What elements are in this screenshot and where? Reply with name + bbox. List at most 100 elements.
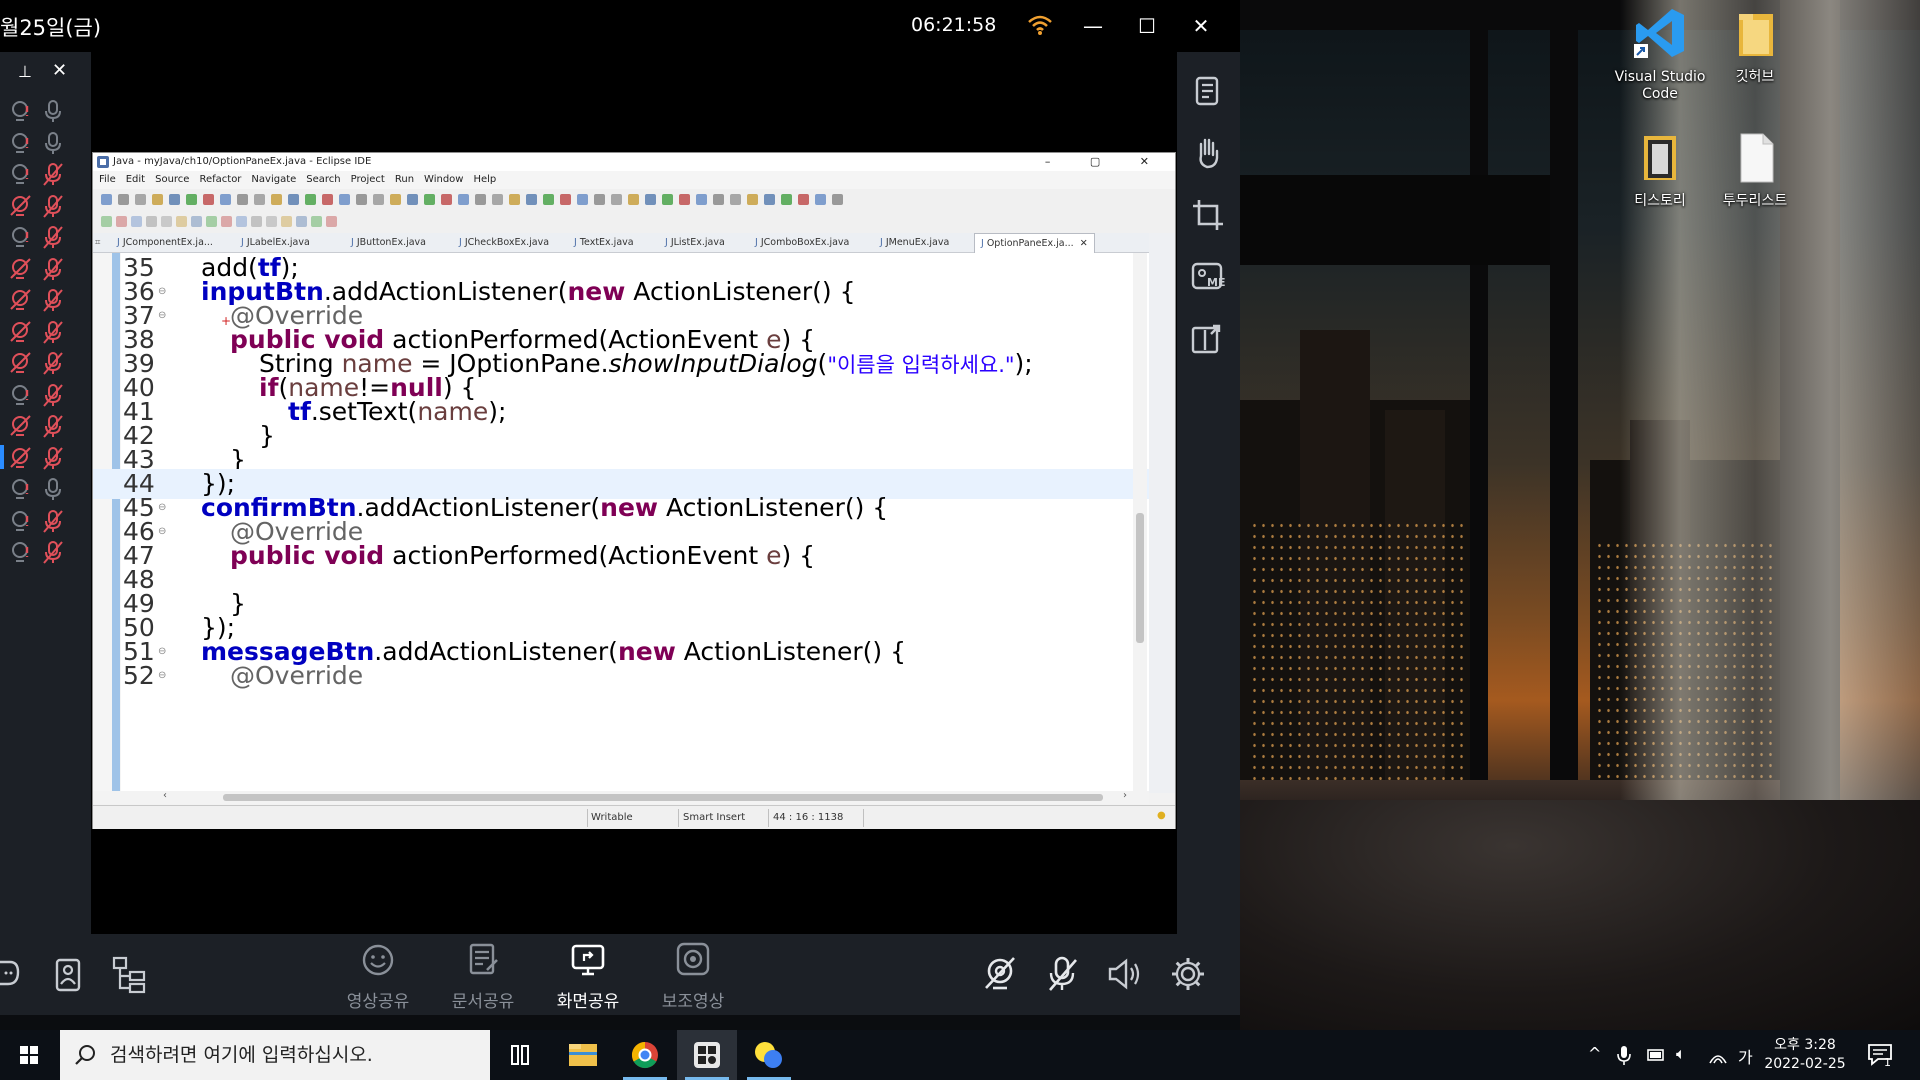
- menu-source[interactable]: Source: [155, 174, 189, 185]
- taskbar-meeting-app[interactable]: [677, 1030, 737, 1080]
- toolbar-button-icon[interactable]: [131, 216, 142, 227]
- chat-icon[interactable]: [0, 956, 24, 992]
- menu-window[interactable]: Window: [424, 174, 463, 185]
- toolbar-button-icon[interactable]: [271, 194, 282, 205]
- toolbar-button-icon[interactable]: [281, 216, 292, 227]
- toolbar-button-icon[interactable]: [118, 194, 129, 205]
- participant-status-row[interactable]: [0, 443, 78, 473]
- video-share-button[interactable]: 영상공유: [333, 942, 423, 1012]
- toolbar-button-icon[interactable]: [326, 216, 337, 227]
- windows-start-icon[interactable]: [0, 1030, 58, 1080]
- toolbar-button-icon[interactable]: [458, 194, 469, 205]
- toolbar-button-icon[interactable]: [560, 194, 571, 205]
- participant-status-row[interactable]: [8, 411, 78, 441]
- editor-tab[interactable]: J JListEx.java: [665, 237, 725, 248]
- taskbar-file-explorer[interactable]: [553, 1030, 613, 1080]
- tray-overflow-icon[interactable]: ^: [1588, 1044, 1601, 1063]
- toolbar-button-icon[interactable]: [236, 216, 247, 227]
- participant-status-row[interactable]: [8, 348, 78, 378]
- toolbar-button-icon[interactable]: [628, 194, 639, 205]
- editor-tab[interactable]: J JButtonEx.java: [351, 237, 426, 248]
- participant-status-row[interactable]: [8, 159, 78, 189]
- toolbar-button-icon[interactable]: [101, 194, 112, 205]
- menu-file[interactable]: File: [99, 174, 116, 185]
- toolbar-button-icon[interactable]: [220, 194, 231, 205]
- desktop-icon-todolist[interactable]: 투두리스트: [1705, 130, 1805, 210]
- document-share-button[interactable]: 문서공유: [438, 942, 528, 1012]
- participant-status-row[interactable]: [8, 128, 78, 158]
- participant-status-row[interactable]: [8, 254, 78, 284]
- toolbar-button-icon[interactable]: [526, 194, 537, 205]
- ime-indicator[interactable]: 가: [1738, 1044, 1753, 1068]
- fold-icon[interactable]: ⊖: [158, 661, 166, 691]
- menu-search[interactable]: Search: [306, 174, 340, 185]
- toolbar-button-icon[interactable]: [424, 194, 435, 205]
- toolbar-button-icon[interactable]: [221, 216, 232, 227]
- settings-gear-icon[interactable]: [1168, 954, 1208, 994]
- toolbar-button-icon[interactable]: [322, 194, 333, 205]
- toolbar-button-icon[interactable]: [730, 194, 741, 205]
- editor-tab[interactable]: J JMenuEx.java: [880, 237, 949, 248]
- desktop-icon-vscode[interactable]: Visual Studio Code: [1610, 6, 1710, 103]
- editor-tab[interactable]: J JLabelEx.java: [241, 237, 310, 248]
- toolbar-button-icon[interactable]: [543, 194, 554, 205]
- menu-refactor[interactable]: Refactor: [199, 174, 241, 185]
- scrollbar-thumb[interactable]: [1136, 513, 1144, 643]
- scrollbar-thumb[interactable]: [223, 794, 1103, 801]
- toolbar-button-icon[interactable]: [186, 194, 197, 205]
- toolbar-button-icon[interactable]: [135, 194, 146, 205]
- group-tree-icon[interactable]: [110, 954, 150, 994]
- volume-icon[interactable]: 🔈︎: [1676, 1044, 1686, 1064]
- tab-close-icon[interactable]: ✕: [1080, 238, 1088, 249]
- notes-icon[interactable]: [1189, 72, 1227, 110]
- toolbar-button-icon[interactable]: [101, 216, 112, 227]
- toolbar-button-icon[interactable]: [296, 216, 307, 227]
- toolbar-button-icon[interactable]: [798, 194, 809, 205]
- taskbar-clock[interactable]: 오후 3:28 2022-02-25: [1760, 1036, 1850, 1074]
- toolbar-button-icon[interactable]: [696, 194, 707, 205]
- toolbar-button-icon[interactable]: [203, 194, 214, 205]
- minimize-button[interactable]: —: [1079, 12, 1107, 40]
- toolbar-button-icon[interactable]: [356, 194, 367, 205]
- raise-hand-icon[interactable]: [1189, 134, 1227, 172]
- menu-project[interactable]: Project: [351, 174, 385, 185]
- toolbar-button-icon[interactable]: [206, 216, 217, 227]
- menu-navigate[interactable]: Navigate: [251, 174, 296, 185]
- toolbar-button-icon[interactable]: [407, 194, 418, 205]
- battery-icon[interactable]: [1646, 1046, 1666, 1064]
- editor-vertical-scrollbar[interactable]: [1133, 253, 1147, 791]
- toolbar-button-icon[interactable]: [339, 194, 350, 205]
- speaker-icon[interactable]: [1104, 954, 1144, 994]
- participant-status-row[interactable]: [8, 380, 78, 410]
- participant-status-row[interactable]: [8, 222, 78, 252]
- toolbar-button-icon[interactable]: [713, 194, 724, 205]
- camera-off-icon[interactable]: [980, 954, 1020, 994]
- desktop-icon-tistory[interactable]: 티스토리: [1610, 130, 1710, 210]
- toolbar-button-icon[interactable]: [254, 194, 265, 205]
- toolbar-button-icon[interactable]: [146, 216, 157, 227]
- toolbar-button-icon[interactable]: [311, 216, 322, 227]
- toolbar-button-icon[interactable]: [176, 216, 187, 227]
- toolbar-button-icon[interactable]: [815, 194, 826, 205]
- screen-share-button[interactable]: 화면공유: [543, 942, 633, 1012]
- mic-off-icon[interactable]: [1042, 954, 1082, 994]
- participant-status-row[interactable]: [8, 537, 78, 567]
- toolbar-button-icon[interactable]: [251, 216, 262, 227]
- panel-pin-button[interactable]: ⊥: [18, 62, 32, 81]
- tabs-overflow-icon[interactable]: ⌗: [95, 237, 100, 248]
- toolbar-button-icon[interactable]: [645, 194, 656, 205]
- toolbar-button-icon[interactable]: [781, 194, 792, 205]
- participant-status-row[interactable]: [8, 191, 78, 221]
- desktop-icon-github-folder[interactable]: 깃허브: [1705, 6, 1805, 86]
- attendance-icon[interactable]: [48, 954, 88, 994]
- toolbar-button-icon[interactable]: [266, 216, 277, 227]
- crop-icon[interactable]: [1189, 196, 1227, 234]
- toolbar-button-icon[interactable]: [509, 194, 520, 205]
- code-editor[interactable]: 35 add(tf); 36 ⊖ inputBtn.addActionListener…: [93, 253, 1149, 791]
- participant-status-row[interactable]: [8, 317, 78, 347]
- editor-tab[interactable]: J JComboBoxEx.java: [755, 237, 849, 248]
- toolbar-button-icon[interactable]: [237, 194, 248, 205]
- toolbar-button-icon[interactable]: [390, 194, 401, 205]
- toolbar-button-icon[interactable]: [747, 194, 758, 205]
- maximize-button[interactable]: ☐: [1133, 12, 1161, 40]
